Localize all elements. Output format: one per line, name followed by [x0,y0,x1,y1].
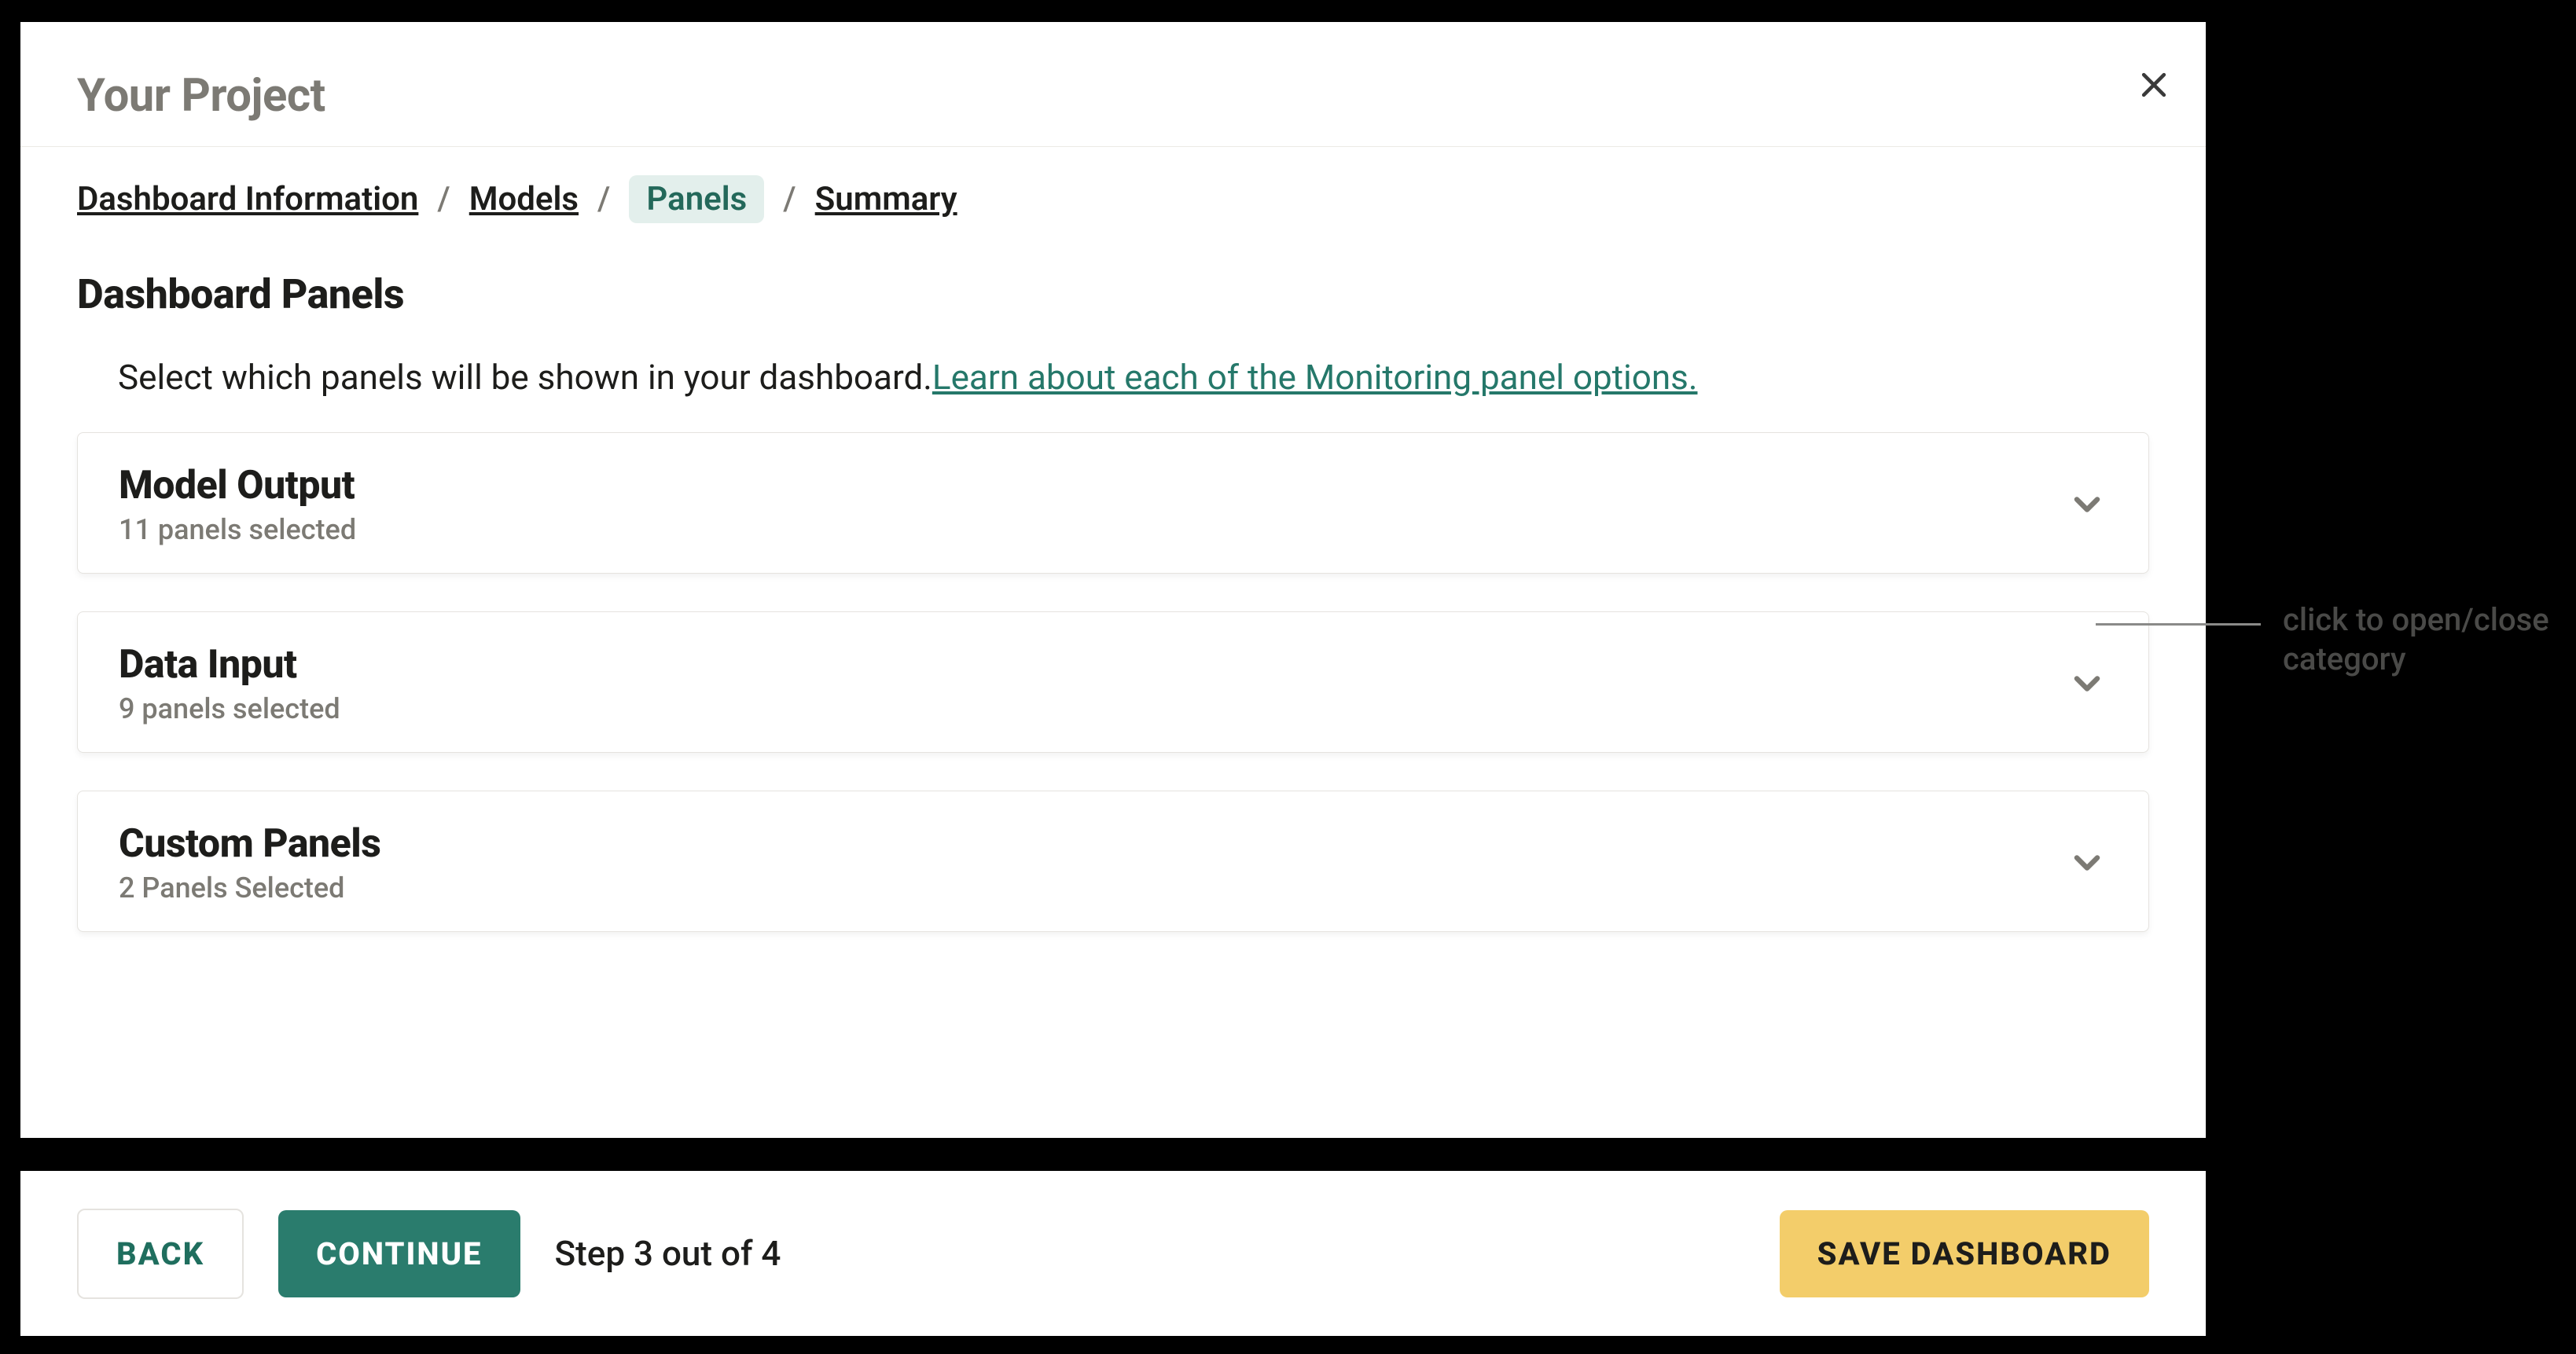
card-text: Data Input 9 panels selected [119,642,340,725]
continue-button[interactable]: CONTINUE [278,1210,520,1297]
back-button[interactable]: BACK [77,1209,244,1299]
breadcrumb-separator: / [597,180,610,218]
footer-left: BACK CONTINUE Step 3 out of 4 [77,1209,781,1299]
card-text: Custom Panels 2 Panels Selected [119,821,380,905]
section-header: Dashboard Panels Select which panels wil… [20,239,2206,401]
card-text: Model Output 11 panels selected [119,463,356,546]
breadcrumb-separator: / [437,180,450,218]
chevron-down-icon [2067,663,2107,704]
card-subtitle: 11 panels selected [119,513,356,546]
category-card-model-output[interactable]: Model Output 11 panels selected [77,432,2149,574]
modal-header: Your Project [20,22,2206,147]
page-title: Dashboard Panels [77,270,2149,318]
close-button[interactable] [2130,63,2177,110]
app-window: Your Project Dashboard Information / [20,22,2206,1336]
learn-more-link[interactable]: Learn about each of the Monitoring panel… [932,357,1698,398]
callout-text: click to open/close category [2283,600,2566,679]
card-subtitle: 2 Panels Selected [119,871,380,905]
wizard-footer: BACK CONTINUE Step 3 out of 4 SAVE DASHB… [20,1171,2206,1336]
card-title: Model Output [119,463,356,508]
breadcrumb-separator: / [783,180,796,218]
divider-strip [20,1138,2206,1171]
crumb-models[interactable]: Models [469,180,579,218]
step-indicator: Step 3 out of 4 [555,1233,781,1274]
page-description-text: Select which panels will be shown in you… [118,357,932,398]
card-title: Data Input [119,642,340,688]
category-list: Model Output 11 panels selected Data Inp… [20,432,2206,963]
crumb-dashboard-information[interactable]: Dashboard Information [77,180,418,218]
callout-line [2096,623,2261,626]
page-description: Select which panels will be shown in you… [77,354,2149,401]
crumb-summary[interactable]: Summary [815,180,957,218]
card-title: Custom Panels [119,821,380,867]
modal-body: Your Project Dashboard Information / [20,22,2206,1138]
category-card-data-input[interactable]: Data Input 9 panels selected [77,611,2149,753]
card-subtitle: 9 panels selected [119,692,340,725]
project-title: Your Project [77,69,2149,123]
save-dashboard-button[interactable]: SAVE DASHBOARD [1780,1210,2149,1297]
chevron-down-icon [2067,484,2107,525]
crumb-panels[interactable]: Panels [629,175,764,223]
diagram-frame: Your Project Dashboard Information / [0,0,2576,1354]
chevron-down-icon [2067,842,2107,883]
close-icon [2137,68,2171,105]
category-card-custom-panels[interactable]: Custom Panels 2 Panels Selected [77,791,2149,932]
breadcrumb: Dashboard Information / Models / Panels … [20,147,2206,239]
